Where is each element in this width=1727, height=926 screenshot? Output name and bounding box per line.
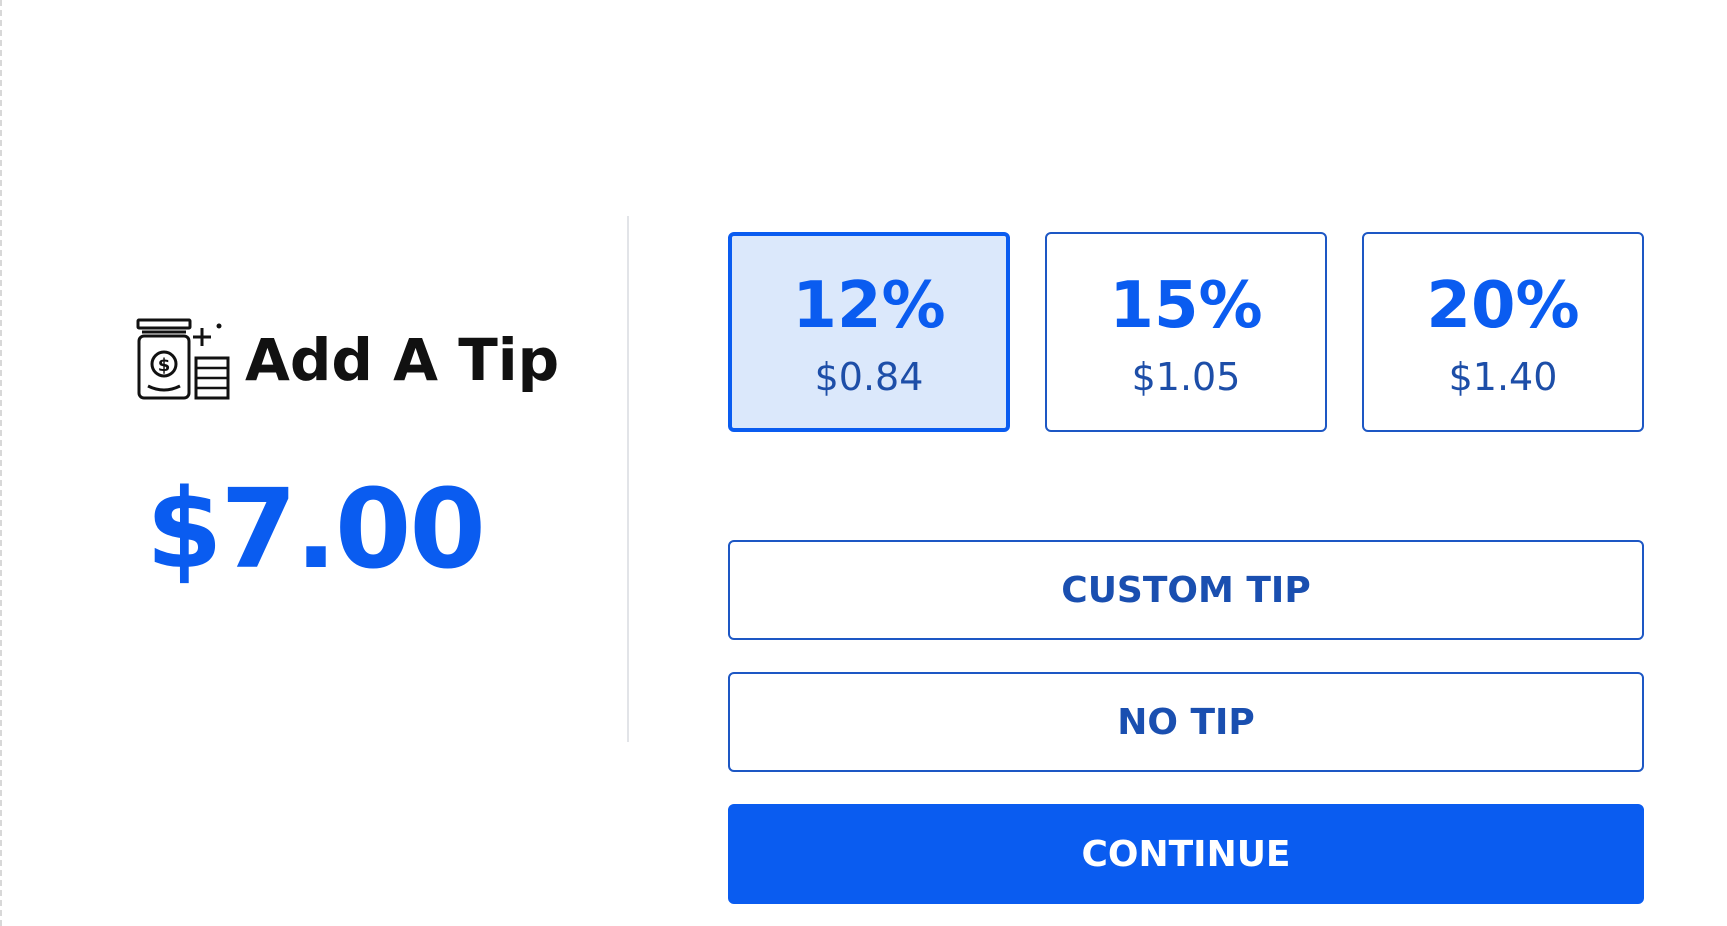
total-amount: $7.00 <box>146 465 486 593</box>
tip-percent-label: 15% <box>1109 269 1263 343</box>
page-title: Add A Tip <box>245 326 560 394</box>
no-tip-button[interactable]: NO TIP <box>728 672 1644 772</box>
tip-option-15-percent[interactable]: 15% $1.05 <box>1045 232 1327 432</box>
continue-button[interactable]: CONTINUE <box>728 804 1644 904</box>
tip-options: 12% $0.84 15% $1.05 20% $1.40 CUSTOM TIP… <box>728 232 1644 904</box>
svg-text:$: $ <box>158 355 171 376</box>
tip-option-20-percent[interactable]: 20% $1.40 <box>1362 232 1644 432</box>
tip-summary-panel: $ Add A Tip $7.00 <box>2 0 628 926</box>
tip-percent-label: 12% <box>792 269 946 343</box>
tip-amount-label: $0.84 <box>814 355 924 399</box>
tip-jar-coins-icon: $ <box>136 318 230 400</box>
percent-options-row: 12% $0.84 15% $1.05 20% $1.40 <box>728 232 1644 432</box>
panel-divider <box>627 216 629 742</box>
custom-tip-button[interactable]: CUSTOM TIP <box>728 540 1644 640</box>
tip-amount-label: $1.40 <box>1448 355 1558 399</box>
tip-header: $ Add A Tip <box>136 318 559 402</box>
tip-option-12-percent[interactable]: 12% $0.84 <box>728 232 1010 432</box>
tip-screen: $ Add A Tip $7.00 12% $0.84 15% $1.05 20… <box>0 0 1727 926</box>
tip-amount-label: $1.05 <box>1131 355 1241 399</box>
tip-percent-label: 20% <box>1426 269 1580 343</box>
